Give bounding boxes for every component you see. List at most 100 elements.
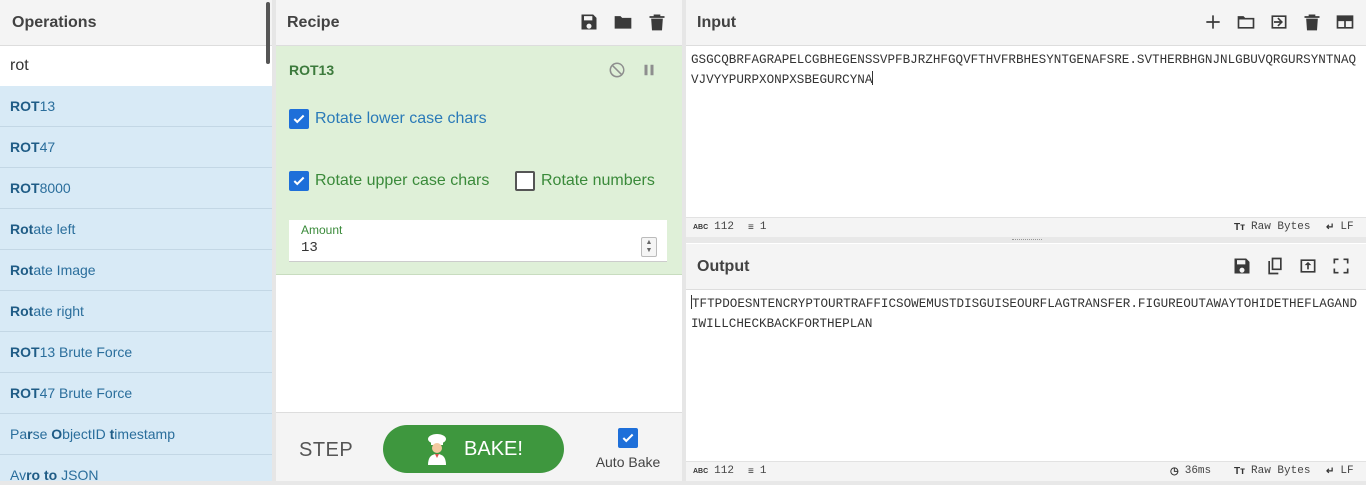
auto-bake-label: Auto Bake	[595, 454, 661, 470]
bottom-edge	[0, 481, 1366, 485]
match-highlight: ROT	[10, 180, 40, 196]
operations-scrollbar[interactable]	[266, 2, 270, 64]
checkbox-checked-icon	[289, 109, 309, 129]
operation-list-item[interactable]: ROT47	[0, 127, 272, 168]
output-text: TFTPDOESNTENCRYPTOURTRAFFICSOWEMUSTDISGU…	[691, 297, 1358, 331]
io-divider[interactable]	[686, 237, 1366, 243]
trash-icon[interactable]	[646, 11, 668, 33]
operation-list-item[interactable]: ROT13 Brute Force	[0, 332, 272, 373]
output-eol[interactable]: ↵ LF	[1326, 465, 1354, 477]
return-icon: ↵	[1326, 465, 1335, 477]
operation-label-part: imestamp	[114, 426, 175, 442]
match-highlight: Rot	[10, 303, 34, 319]
line-count-value: 1	[759, 465, 767, 477]
resize-grip-icon	[1012, 239, 1042, 241]
input-status-bar: ABC 112 ≡ 1 Tт Raw Bytes ↵ LF	[686, 217, 1366, 237]
line-count-value: 1	[759, 221, 767, 233]
operations-search-input[interactable]	[0, 46, 272, 86]
operation-label-part: ate left	[33, 221, 76, 237]
abc-icon: ABC	[693, 223, 709, 231]
operation-label-part: bjectID	[62, 426, 110, 442]
input-line-count: ≡ 1	[748, 221, 766, 233]
save-icon[interactable]	[578, 11, 600, 33]
operation-list-item[interactable]: ROT13	[0, 86, 272, 127]
folder-icon[interactable]	[1235, 11, 1257, 33]
input-pane: Input GSGCQBRFAGRAPELCGBHEGENSSVPFBJRZHF…	[686, 0, 1366, 237]
operations-list: ROT13 ROT47 ROT8000 Rotate left Rotate Image…	[0, 86, 272, 485]
match-highlight: O	[51, 426, 63, 442]
operation-list-item[interactable]: Rotate Image	[0, 250, 272, 291]
bake-button[interactable]: BAKE!	[383, 425, 564, 473]
operation-list-item[interactable]: Rotate right	[0, 291, 272, 332]
input-char-count: ABC 112	[693, 221, 734, 233]
layout-icon[interactable]	[1334, 11, 1356, 33]
operation-list-item[interactable]: Rotate left	[0, 209, 272, 250]
operation-label-part: 13	[39, 98, 56, 114]
bake-time-value: 36ms	[1184, 465, 1212, 477]
output-line-count: ≡ 1	[748, 465, 766, 477]
rotate-lower-checkbox[interactable]: Rotate lower case chars	[289, 109, 487, 129]
operation-label-part: 13 Brute Force	[39, 344, 133, 360]
chef-icon	[424, 433, 450, 465]
text-size-icon: Tт	[1234, 221, 1246, 233]
operation-label-part: ate right	[33, 303, 84, 319]
operations-title: Operations	[0, 0, 272, 46]
rot13-operation-card: ROT13 Rotate lower case chars Rotate upp…	[276, 46, 682, 275]
match-highlight: ROT	[10, 98, 40, 114]
eol-value: LF	[1340, 465, 1354, 477]
amount-stepper[interactable]: ▲ ▼	[641, 237, 657, 257]
output-pane: Output TFTPDOESNTENCRYPTOURTRAFFICSOWEMU…	[686, 244, 1366, 485]
operations-pane: Operations ROT13ROT47ROT8000Rotate leftR…	[0, 0, 272, 485]
bake-bar: STEP BAKE! Auto Bake	[276, 412, 682, 485]
lines-icon: ≡	[748, 465, 754, 477]
eol-value: LF	[1340, 221, 1354, 233]
replace-input-icon[interactable]	[1297, 255, 1319, 277]
operation-label-part: se	[32, 426, 52, 442]
amount-input[interactable]: 13	[301, 240, 318, 256]
rotate-upper-checkbox[interactable]: Rotate upper case chars	[289, 171, 489, 191]
match-highlight: ROT	[10, 139, 40, 155]
checkbox-checked-icon	[289, 171, 309, 191]
trash-icon[interactable]	[1301, 11, 1323, 33]
char-count-value: 112	[714, 465, 734, 477]
operations-search-box	[0, 46, 272, 86]
amount-label: Amount	[301, 223, 343, 237]
amount-field[interactable]: Amount 13 ▲ ▼	[289, 220, 667, 262]
input-textarea[interactable]: GSGCQBRFAGRAPELCGBHEGENSSVPFBJRZHFGQVFTH…	[691, 50, 1363, 90]
rotate-upper-label: Rotate upper case chars	[315, 172, 490, 189]
checkbox-checked-icon	[618, 428, 638, 448]
rotate-numbers-checkbox[interactable]: Rotate numbers	[515, 171, 655, 191]
plus-icon[interactable]	[1202, 11, 1224, 33]
operation-list-item[interactable]: Parse ObjectID timestamp	[0, 414, 272, 455]
output-char-count: ABC 112	[693, 465, 734, 477]
checkbox-unchecked-icon	[515, 171, 535, 191]
return-icon: ↵	[1326, 221, 1335, 233]
input-eol[interactable]: ↵ LF	[1326, 221, 1354, 233]
rotate-numbers-label: Rotate numbers	[541, 172, 655, 189]
operation-list-item[interactable]: ROT8000	[0, 168, 272, 209]
output-toolbar	[1231, 255, 1352, 277]
folder-open-icon[interactable]	[612, 11, 634, 33]
output-encoding[interactable]: Tт Raw Bytes	[1234, 465, 1310, 477]
auto-bake-toggle[interactable]: Auto Bake	[594, 428, 662, 470]
pause-icon[interactable]	[638, 59, 660, 81]
disable-icon[interactable]	[606, 59, 628, 81]
match-highlight: ROT	[10, 344, 40, 360]
maximize-icon[interactable]	[1330, 255, 1352, 277]
rotate-lower-label: Rotate lower case chars	[315, 110, 487, 127]
save-icon[interactable]	[1231, 255, 1253, 277]
match-highlight: Rot	[10, 221, 34, 237]
operation-label-part: Pa	[10, 426, 28, 442]
copy-icon[interactable]	[1264, 255, 1286, 277]
output-status-bar: ABC 112 ≡ 1 ◷ 36ms Tт Raw Bytes ↵ LF	[686, 461, 1366, 481]
match-highlight: Rot	[10, 262, 34, 278]
import-file-icon[interactable]	[1268, 11, 1290, 33]
encoding-value: Raw Bytes	[1251, 221, 1311, 233]
step-button[interactable]: STEP	[299, 439, 353, 462]
operation-name: ROT13	[289, 62, 335, 78]
output-text-area[interactable]: TFTPDOESNTENCRYPTOURTRAFFICSOWEMUSTDISGU…	[691, 294, 1363, 334]
output-bake-time: ◷ 36ms	[1170, 465, 1211, 477]
operation-list-item[interactable]: ROT47 Brute Force	[0, 373, 272, 414]
input-encoding[interactable]: Tт Raw Bytes	[1234, 221, 1310, 233]
text-caret	[872, 71, 874, 85]
